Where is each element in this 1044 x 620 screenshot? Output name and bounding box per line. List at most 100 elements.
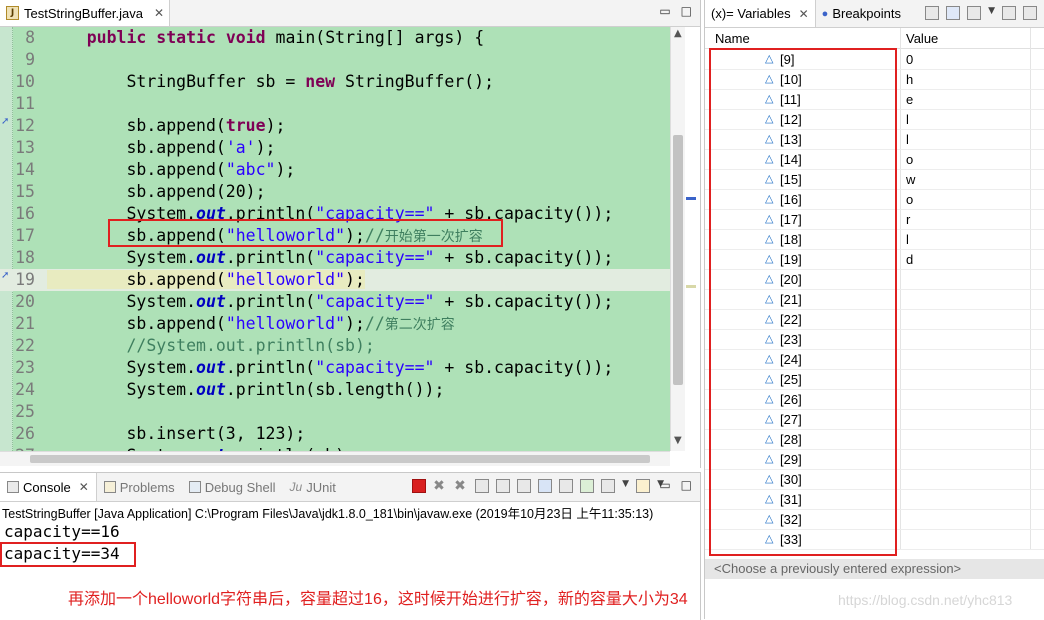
watermark: https://blog.csdn.net/yhc813 bbox=[838, 592, 1013, 608]
code-text: sb.append("abc"); bbox=[47, 159, 295, 181]
display-console-icon[interactable] bbox=[601, 479, 616, 493]
editor-window-controls: ▭ □ bbox=[659, 4, 692, 18]
minimize-icon[interactable]: ▭ bbox=[659, 478, 670, 492]
collapse-all-icon[interactable] bbox=[967, 6, 982, 20]
open-console-icon[interactable] bbox=[636, 479, 651, 493]
code-line[interactable]: 25 bbox=[0, 401, 670, 423]
code-token: System. bbox=[47, 358, 197, 377]
line-number: 8 bbox=[25, 28, 35, 47]
editor-tab-teststringbuffer[interactable]: J TestStringBuffer.java ✕ bbox=[0, 0, 170, 26]
code-line[interactable]: 15 sb.append(20); bbox=[0, 181, 670, 203]
code-token: sb.append( bbox=[47, 116, 226, 135]
line-number: 9 bbox=[25, 50, 35, 69]
show-logical-structure-icon[interactable] bbox=[946, 6, 961, 20]
line-number: 16 bbox=[15, 204, 35, 223]
tab-label: Console bbox=[23, 479, 71, 495]
line-number: 18 bbox=[15, 248, 35, 267]
minimize-icon[interactable] bbox=[1002, 6, 1016, 20]
scrollbar-thumb[interactable] bbox=[30, 455, 650, 463]
expression-combo[interactable]: <Choose a previously entered expression> bbox=[705, 559, 1044, 579]
maximize-icon[interactable]: □ bbox=[681, 478, 692, 492]
code-token: ); bbox=[345, 314, 365, 333]
code-line[interactable]: 13 sb.append('a'); bbox=[0, 137, 670, 159]
editor-horizontal-scrollbar[interactable] bbox=[0, 451, 670, 466]
column-header-name[interactable]: Name bbox=[715, 31, 750, 46]
variable-value: 0 bbox=[906, 52, 914, 67]
close-icon[interactable]: ✕ bbox=[79, 480, 89, 494]
scroll-down-icon[interactable]: ▼ bbox=[674, 435, 682, 446]
scroll-lock-icon[interactable] bbox=[496, 479, 511, 493]
code-token: "capacity==" bbox=[315, 358, 435, 377]
debug-marker-icon[interactable]: ➚ bbox=[1, 116, 9, 127]
close-icon[interactable]: ✕ bbox=[799, 7, 809, 21]
variables-toolbar: ▼ bbox=[925, 6, 1037, 20]
word-wrap-icon[interactable] bbox=[517, 479, 532, 493]
tab-problems[interactable]: Problems bbox=[97, 473, 182, 501]
line-number: 23 bbox=[15, 358, 35, 377]
code-line[interactable]: 10 StringBuffer sb = new StringBuffer(); bbox=[0, 71, 670, 93]
editor-vertical-scrollbar[interactable]: ▲ ▼ bbox=[670, 27, 685, 451]
tab-console[interactable]: Console ✕ bbox=[0, 473, 97, 501]
show-console-icon[interactable] bbox=[538, 479, 553, 493]
maximize-icon[interactable]: □ bbox=[681, 4, 692, 18]
line-number: 21 bbox=[15, 314, 35, 333]
code-line[interactable]: 21 sb.append("helloworld");//第二次扩容 bbox=[0, 313, 670, 335]
debug-marker-icon[interactable]: ➚ bbox=[1, 270, 9, 281]
scrollbar-thumb[interactable] bbox=[673, 135, 683, 385]
console-window-controls: ▭ □ bbox=[659, 478, 692, 492]
code-line[interactable]: 14 sb.append("abc"); bbox=[0, 159, 670, 181]
code-token: .println( bbox=[225, 292, 316, 311]
debug-shell-icon bbox=[188, 481, 201, 493]
code-line[interactable]: 18 System.out.println("capacity==" + sb.… bbox=[0, 247, 670, 269]
code-line[interactable]: 22 //System.out.println(sb); bbox=[0, 335, 670, 357]
column-header-value[interactable]: Value bbox=[906, 31, 938, 46]
highlight-box bbox=[709, 48, 897, 556]
code-line[interactable]: 8 public static void main(String[] args)… bbox=[0, 27, 670, 49]
chevron-down-icon[interactable]: ▼ bbox=[988, 6, 995, 20]
code-line[interactable]: 12 sb.append(true); bbox=[0, 115, 670, 137]
code-token: static bbox=[156, 28, 216, 47]
line-number: 26 bbox=[15, 424, 35, 443]
code-line[interactable]: 9 bbox=[0, 49, 670, 71]
close-icon[interactable]: ✕ bbox=[154, 6, 164, 20]
overview-ruler-mark[interactable] bbox=[686, 285, 696, 288]
code-token: sb.append( bbox=[47, 314, 226, 333]
show-error-icon[interactable] bbox=[559, 479, 574, 493]
line-number: 22 bbox=[15, 336, 35, 355]
clear-console-icon[interactable] bbox=[475, 479, 490, 493]
console-icon bbox=[7, 481, 19, 493]
code-line[interactable]: 19 sb.append("helloworld"); bbox=[0, 269, 670, 291]
code-line[interactable]: 24 System.out.println(sb.length()); bbox=[0, 379, 670, 401]
code-token: sb.append(20); bbox=[47, 182, 266, 201]
tab-label: Breakpoints bbox=[832, 6, 901, 21]
show-types-icon[interactable] bbox=[925, 6, 940, 20]
remove-launch-icon[interactable]: ✖ bbox=[433, 479, 447, 493]
code-line[interactable]: 26 sb.insert(3, 123); bbox=[0, 423, 670, 445]
code-token: StringBuffer(); bbox=[335, 72, 495, 91]
minimize-icon[interactable]: ▭ bbox=[659, 4, 670, 18]
maximize-icon[interactable] bbox=[1023, 6, 1037, 20]
variable-value: w bbox=[906, 172, 916, 187]
code-token: 'a' bbox=[225, 138, 256, 157]
line-number: 10 bbox=[15, 72, 35, 91]
code-line[interactable]: 23 System.out.println("capacity==" + sb.… bbox=[0, 357, 670, 379]
code-text: StringBuffer sb = new StringBuffer(); bbox=[47, 71, 494, 93]
pin-console-icon[interactable] bbox=[580, 479, 595, 493]
launch-description: TestStringBuffer [Java Application] C:\P… bbox=[2, 507, 654, 521]
scroll-up-icon[interactable]: ▲ bbox=[674, 28, 682, 39]
line-number: 12 bbox=[15, 116, 35, 135]
code-line[interactable]: 20 System.out.println("capacity==" + sb.… bbox=[0, 291, 670, 313]
terminate-icon[interactable] bbox=[412, 479, 427, 493]
code-line[interactable]: 11 bbox=[0, 93, 670, 115]
remove-all-icon[interactable]: ✖ bbox=[454, 479, 468, 493]
overview-ruler-mark[interactable] bbox=[686, 197, 696, 200]
chevron-down-icon[interactable]: ▼ bbox=[622, 479, 629, 493]
tab-junit[interactable]: Ju JUnit bbox=[283, 473, 343, 501]
line-number: 17 bbox=[15, 226, 35, 245]
code-token: "helloworld" bbox=[225, 270, 346, 289]
tab-variables[interactable]: (x)= Variables ✕ bbox=[705, 0, 816, 27]
tab-breakpoints[interactable]: ● Breakpoints bbox=[816, 0, 907, 27]
tab-debug-shell[interactable]: Debug Shell bbox=[182, 473, 283, 501]
highlight-box bbox=[0, 542, 136, 567]
